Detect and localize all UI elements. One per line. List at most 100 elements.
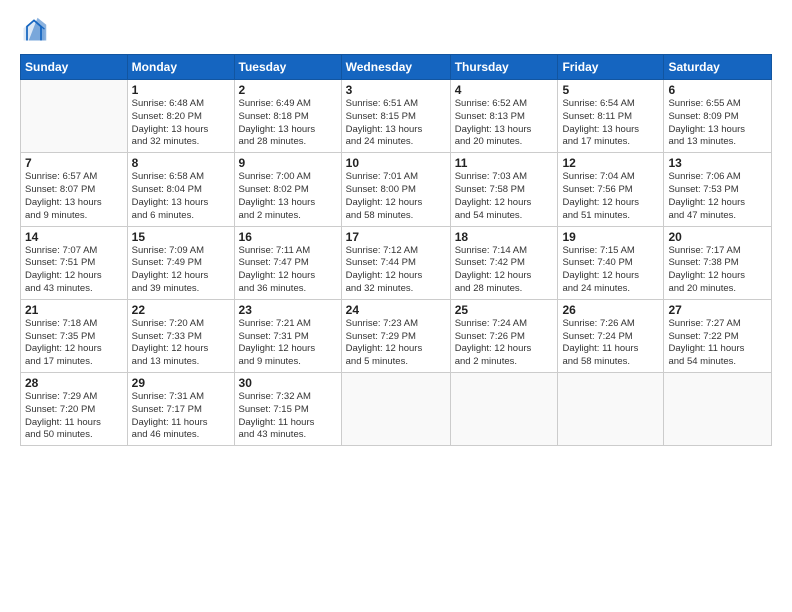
calendar-cell: 13Sunrise: 7:06 AM Sunset: 7:53 PM Dayli… <box>664 153 772 226</box>
calendar-cell <box>21 80 128 153</box>
calendar-cell: 11Sunrise: 7:03 AM Sunset: 7:58 PM Dayli… <box>450 153 558 226</box>
day-info: Sunrise: 6:51 AM Sunset: 8:15 PM Dayligh… <box>346 98 446 149</box>
day-number: 3 <box>346 83 446 97</box>
calendar-cell: 26Sunrise: 7:26 AM Sunset: 7:24 PM Dayli… <box>558 299 664 372</box>
calendar-cell: 29Sunrise: 7:31 AM Sunset: 7:17 PM Dayli… <box>127 373 234 446</box>
day-info: Sunrise: 7:04 AM Sunset: 7:56 PM Dayligh… <box>562 171 659 222</box>
day-info: Sunrise: 7:14 AM Sunset: 7:42 PM Dayligh… <box>455 245 554 296</box>
day-info: Sunrise: 6:52 AM Sunset: 8:13 PM Dayligh… <box>455 98 554 149</box>
day-info: Sunrise: 7:21 AM Sunset: 7:31 PM Dayligh… <box>239 318 337 369</box>
calendar-cell: 1Sunrise: 6:48 AM Sunset: 8:20 PM Daylig… <box>127 80 234 153</box>
day-number: 30 <box>239 376 337 390</box>
logo-icon <box>20 16 48 44</box>
day-info: Sunrise: 7:31 AM Sunset: 7:17 PM Dayligh… <box>132 391 230 442</box>
day-number: 11 <box>455 156 554 170</box>
day-info: Sunrise: 6:48 AM Sunset: 8:20 PM Dayligh… <box>132 98 230 149</box>
calendar-cell: 2Sunrise: 6:49 AM Sunset: 8:18 PM Daylig… <box>234 80 341 153</box>
day-number: 26 <box>562 303 659 317</box>
day-info: Sunrise: 7:27 AM Sunset: 7:22 PM Dayligh… <box>668 318 767 369</box>
calendar-cell: 9Sunrise: 7:00 AM Sunset: 8:02 PM Daylig… <box>234 153 341 226</box>
day-number: 5 <box>562 83 659 97</box>
logo <box>20 16 52 44</box>
day-number: 2 <box>239 83 337 97</box>
day-info: Sunrise: 6:58 AM Sunset: 8:04 PM Dayligh… <box>132 171 230 222</box>
calendar-table: SundayMondayTuesdayWednesdayThursdayFrid… <box>20 54 772 446</box>
day-info: Sunrise: 7:32 AM Sunset: 7:15 PM Dayligh… <box>239 391 337 442</box>
day-number: 21 <box>25 303 123 317</box>
calendar-cell: 22Sunrise: 7:20 AM Sunset: 7:33 PM Dayli… <box>127 299 234 372</box>
day-number: 17 <box>346 230 446 244</box>
calendar-cell <box>558 373 664 446</box>
day-number: 20 <box>668 230 767 244</box>
calendar-week-row: 7Sunrise: 6:57 AM Sunset: 8:07 PM Daylig… <box>21 153 772 226</box>
calendar-cell <box>450 373 558 446</box>
day-number: 13 <box>668 156 767 170</box>
day-number: 6 <box>668 83 767 97</box>
day-info: Sunrise: 6:55 AM Sunset: 8:09 PM Dayligh… <box>668 98 767 149</box>
day-number: 4 <box>455 83 554 97</box>
day-info: Sunrise: 7:24 AM Sunset: 7:26 PM Dayligh… <box>455 318 554 369</box>
day-info: Sunrise: 6:54 AM Sunset: 8:11 PM Dayligh… <box>562 98 659 149</box>
calendar-cell: 27Sunrise: 7:27 AM Sunset: 7:22 PM Dayli… <box>664 299 772 372</box>
weekday-header-sunday: Sunday <box>21 55 128 80</box>
day-info: Sunrise: 7:01 AM Sunset: 8:00 PM Dayligh… <box>346 171 446 222</box>
calendar-cell: 28Sunrise: 7:29 AM Sunset: 7:20 PM Dayli… <box>21 373 128 446</box>
day-info: Sunrise: 7:17 AM Sunset: 7:38 PM Dayligh… <box>668 245 767 296</box>
calendar-cell: 10Sunrise: 7:01 AM Sunset: 8:00 PM Dayli… <box>341 153 450 226</box>
day-number: 19 <box>562 230 659 244</box>
day-number: 25 <box>455 303 554 317</box>
header <box>20 16 772 44</box>
day-info: Sunrise: 7:06 AM Sunset: 7:53 PM Dayligh… <box>668 171 767 222</box>
day-info: Sunrise: 7:09 AM Sunset: 7:49 PM Dayligh… <box>132 245 230 296</box>
day-info: Sunrise: 7:20 AM Sunset: 7:33 PM Dayligh… <box>132 318 230 369</box>
day-number: 14 <box>25 230 123 244</box>
day-number: 29 <box>132 376 230 390</box>
day-number: 28 <box>25 376 123 390</box>
calendar-week-row: 21Sunrise: 7:18 AM Sunset: 7:35 PM Dayli… <box>21 299 772 372</box>
day-info: Sunrise: 6:49 AM Sunset: 8:18 PM Dayligh… <box>239 98 337 149</box>
day-number: 1 <box>132 83 230 97</box>
calendar-cell: 25Sunrise: 7:24 AM Sunset: 7:26 PM Dayli… <box>450 299 558 372</box>
page: SundayMondayTuesdayWednesdayThursdayFrid… <box>0 0 792 612</box>
calendar-cell: 17Sunrise: 7:12 AM Sunset: 7:44 PM Dayli… <box>341 226 450 299</box>
calendar-cell: 19Sunrise: 7:15 AM Sunset: 7:40 PM Dayli… <box>558 226 664 299</box>
day-info: Sunrise: 6:57 AM Sunset: 8:07 PM Dayligh… <box>25 171 123 222</box>
weekday-header-tuesday: Tuesday <box>234 55 341 80</box>
day-number: 8 <box>132 156 230 170</box>
calendar-cell: 23Sunrise: 7:21 AM Sunset: 7:31 PM Dayli… <box>234 299 341 372</box>
calendar-week-row: 28Sunrise: 7:29 AM Sunset: 7:20 PM Dayli… <box>21 373 772 446</box>
calendar-cell: 16Sunrise: 7:11 AM Sunset: 7:47 PM Dayli… <box>234 226 341 299</box>
day-number: 23 <box>239 303 337 317</box>
day-number: 24 <box>346 303 446 317</box>
day-number: 22 <box>132 303 230 317</box>
day-info: Sunrise: 7:29 AM Sunset: 7:20 PM Dayligh… <box>25 391 123 442</box>
day-number: 10 <box>346 156 446 170</box>
weekday-header-wednesday: Wednesday <box>341 55 450 80</box>
day-info: Sunrise: 7:15 AM Sunset: 7:40 PM Dayligh… <box>562 245 659 296</box>
calendar-cell: 24Sunrise: 7:23 AM Sunset: 7:29 PM Dayli… <box>341 299 450 372</box>
day-number: 15 <box>132 230 230 244</box>
calendar-cell: 5Sunrise: 6:54 AM Sunset: 8:11 PM Daylig… <box>558 80 664 153</box>
calendar-cell <box>341 373 450 446</box>
day-number: 7 <box>25 156 123 170</box>
calendar-cell <box>664 373 772 446</box>
day-info: Sunrise: 7:00 AM Sunset: 8:02 PM Dayligh… <box>239 171 337 222</box>
day-info: Sunrise: 7:12 AM Sunset: 7:44 PM Dayligh… <box>346 245 446 296</box>
day-number: 16 <box>239 230 337 244</box>
calendar-cell: 3Sunrise: 6:51 AM Sunset: 8:15 PM Daylig… <box>341 80 450 153</box>
weekday-header-monday: Monday <box>127 55 234 80</box>
calendar-week-row: 14Sunrise: 7:07 AM Sunset: 7:51 PM Dayli… <box>21 226 772 299</box>
calendar-week-row: 1Sunrise: 6:48 AM Sunset: 8:20 PM Daylig… <box>21 80 772 153</box>
weekday-header-row: SundayMondayTuesdayWednesdayThursdayFrid… <box>21 55 772 80</box>
weekday-header-saturday: Saturday <box>664 55 772 80</box>
calendar-cell: 30Sunrise: 7:32 AM Sunset: 7:15 PM Dayli… <box>234 373 341 446</box>
day-info: Sunrise: 7:18 AM Sunset: 7:35 PM Dayligh… <box>25 318 123 369</box>
calendar-cell: 6Sunrise: 6:55 AM Sunset: 8:09 PM Daylig… <box>664 80 772 153</box>
day-number: 27 <box>668 303 767 317</box>
calendar-cell: 15Sunrise: 7:09 AM Sunset: 7:49 PM Dayli… <box>127 226 234 299</box>
day-number: 12 <box>562 156 659 170</box>
calendar-cell: 8Sunrise: 6:58 AM Sunset: 8:04 PM Daylig… <box>127 153 234 226</box>
day-info: Sunrise: 7:23 AM Sunset: 7:29 PM Dayligh… <box>346 318 446 369</box>
calendar-cell: 14Sunrise: 7:07 AM Sunset: 7:51 PM Dayli… <box>21 226 128 299</box>
calendar-cell: 20Sunrise: 7:17 AM Sunset: 7:38 PM Dayli… <box>664 226 772 299</box>
